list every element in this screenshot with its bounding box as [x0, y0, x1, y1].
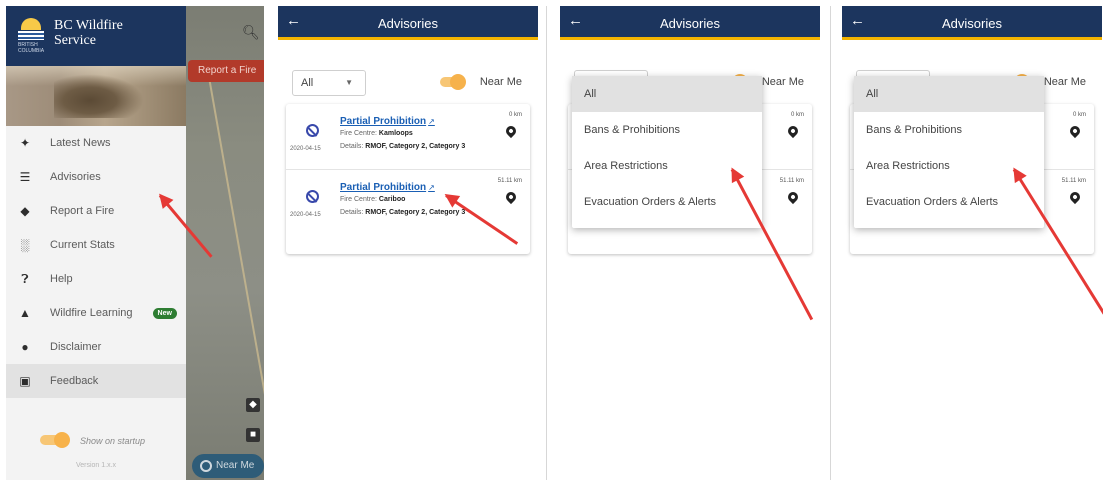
map-pin-icon[interactable] [503, 123, 519, 139]
advisory-title-link[interactable]: Partial Prohibition ↗ [340, 116, 435, 127]
drawer-header: BRITISH COLUMBIA BC Wildfire Service [6, 6, 186, 66]
advisory-date: 2020-04-15 [290, 212, 321, 218]
learning-icon: ▲ [19, 306, 31, 320]
advisories-screen: ← Advisories All ▼ Near Me 2020-04-15 Pa… [278, 6, 538, 480]
drawer-menu: ✦ Latest News ☰ Advisories ◆ Report a Fi… [6, 126, 186, 398]
fire-report-icon: ◆ [20, 204, 30, 218]
megaphone-icon: ☰ [19, 170, 31, 184]
show-on-startup-toggle[interactable]: Show on startup [6, 430, 186, 452]
distance: 51.11 km [497, 178, 522, 184]
menu-screen: 🔍︎ Report a Fire ◆ ■ Near Me BRITISH COL… [6, 6, 264, 480]
map-pin-icon[interactable] [1067, 189, 1083, 205]
option-evacuation-orders[interactable]: Evacuation Orders & Alerts [854, 184, 1044, 220]
option-bans-prohibitions[interactable]: Bans & Prohibitions [854, 112, 1044, 148]
near-me-label: Near Me [216, 460, 255, 471]
near-me-label: Near Me [761, 76, 804, 88]
menu-item-wildfire-learning[interactable]: ▲ Wildfire Learning New [6, 296, 186, 330]
prohibition-icon [306, 124, 319, 137]
list-item: 2020-04-15 Partial Prohibition ↗ Fire Cen… [286, 104, 530, 170]
map-pin-icon[interactable] [1067, 123, 1083, 139]
near-me-label: Near Me [1043, 76, 1086, 88]
bar-chart-icon: ░ [20, 238, 30, 252]
option-evacuation-orders[interactable]: Evacuation Orders & Alerts [572, 184, 762, 220]
question-circle-icon: ❓︎ [21, 271, 29, 286]
map-pin-icon[interactable] [503, 189, 519, 205]
side-drawer: BRITISH COLUMBIA BC Wildfire Service ✦ L… [6, 6, 186, 480]
advisory-type-dropdown: All Bans & Prohibitions Area Restriction… [854, 76, 1044, 228]
distance: 51.11 km [779, 178, 804, 184]
brand-title: BC Wildfire Service [54, 18, 123, 48]
menu-item-disclaimer[interactable]: ● Disclaimer [6, 330, 186, 364]
fire-centre: Fire Centre: Kamloops [340, 130, 413, 137]
new-badge: New [152, 307, 177, 319]
filter-bar: All ▼ Near Me [278, 40, 538, 104]
menu-item-advisories[interactable]: ☰ Advisories [6, 160, 186, 194]
drawer-hero-image [6, 66, 186, 126]
advisory-type-select[interactable]: All ▼ [292, 70, 366, 96]
external-link-icon: ↗ [428, 117, 435, 126]
twitter-bird-icon: ✦ [19, 136, 31, 150]
near-me-label: Near Me [479, 76, 522, 88]
advisory-date: 2020-04-15 [290, 146, 321, 152]
feedback-icon: ▣ [19, 374, 31, 388]
menu-item-help[interactable]: ❓︎ Help [6, 262, 186, 296]
distance: 51.11 km [1061, 178, 1086, 184]
near-me-toggle[interactable] [440, 74, 466, 90]
prohibition-icon [306, 190, 319, 203]
advisories-list: 2020-04-15 Partial Prohibition ↗ Fire Cen… [286, 104, 530, 254]
page-title: Advisories [942, 16, 1002, 31]
menu-item-current-stats[interactable]: ░ Current Stats [6, 228, 186, 262]
advisory-type-dropdown: All Bans & Prohibitions Area Restriction… [572, 76, 762, 228]
report-fire-pill[interactable]: Report a Fire [188, 60, 264, 82]
layers-icon[interactable]: ◆ [246, 398, 260, 412]
startup-toggle-switch[interactable] [40, 432, 70, 448]
app-bar: ← Advisories [278, 6, 538, 40]
distance: 0 km [790, 112, 804, 118]
bc-logo-icon: BRITISH COLUMBIA [18, 18, 44, 54]
fire-centre: Fire Centre: Cariboo [340, 196, 406, 203]
caret-down-icon: ▼ [345, 78, 353, 87]
external-link-icon: ↗ [428, 183, 435, 192]
page-title: Advisories [378, 16, 438, 31]
map-search-icon[interactable]: 🔍︎ [242, 24, 260, 41]
version-label: Version 1.x.x [75, 462, 117, 469]
legend-icon[interactable]: ■ [246, 428, 260, 442]
panel-divider [546, 6, 547, 480]
option-bans-prohibitions[interactable]: Bans & Prohibitions [572, 112, 762, 148]
near-me-button[interactable]: Near Me [192, 454, 264, 478]
page-title: Advisories [660, 16, 720, 31]
app-bar: ← Advisories [842, 6, 1102, 40]
advisories-screen-dropdown: ← Advisories All Near Me 0 km 51.11 km A… [842, 6, 1102, 480]
advisory-title-link[interactable]: Partial Prohibition ↗ [340, 182, 435, 193]
advisories-screen-dropdown: ← Advisories All Near Me 0 km 51.11 km A… [560, 6, 820, 480]
option-all[interactable]: All [572, 76, 762, 112]
map-pin-icon[interactable] [785, 189, 801, 205]
app-bar: ← Advisories [560, 6, 820, 40]
info-circle-icon: ● [21, 340, 29, 354]
distance: 0 km [1072, 112, 1086, 118]
option-all[interactable]: All [854, 76, 1044, 112]
screenshot-stage: 🔍︎ Report a Fire ◆ ■ Near Me BRITISH COL… [0, 0, 1103, 483]
crosshair-icon [200, 460, 212, 472]
startup-label: Show on startup [80, 436, 146, 446]
menu-item-feedback[interactable]: ▣ Feedback [6, 364, 186, 398]
map-pin-icon[interactable] [785, 123, 801, 139]
distance: 0 km [508, 112, 522, 118]
advisory-details: Details: RMOF, Category 2, Category 3 [340, 143, 466, 150]
panel-divider [830, 6, 831, 480]
menu-item-latest-news[interactable]: ✦ Latest News [6, 126, 186, 160]
